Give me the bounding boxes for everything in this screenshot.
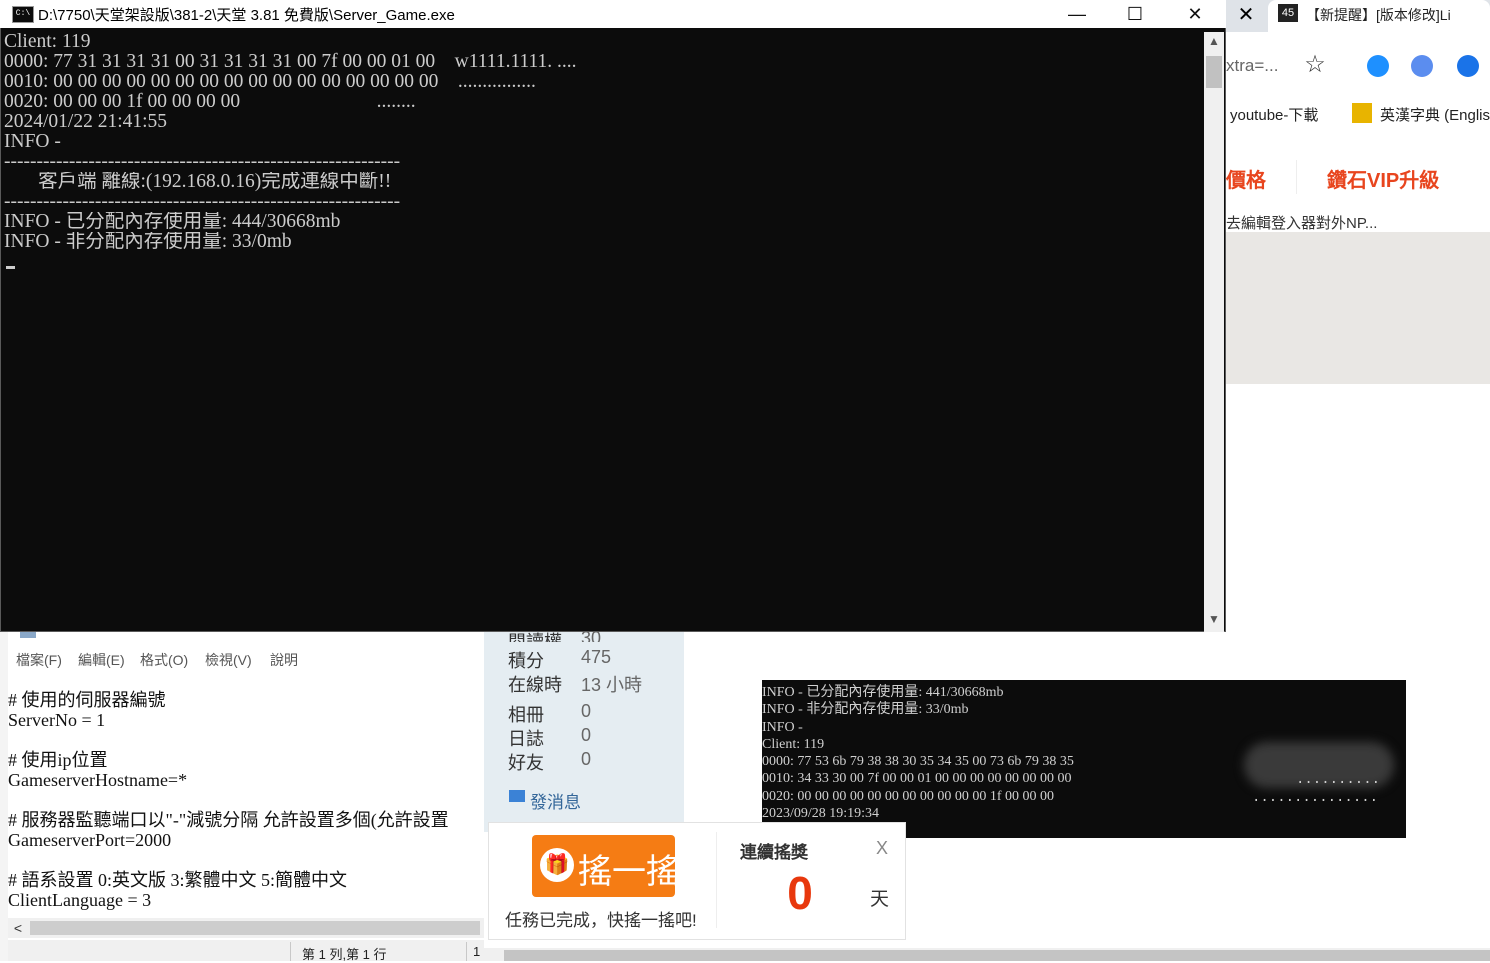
minimize-button[interactable]: — — [1048, 0, 1106, 28]
console-line: 客戶端 離線:(192.168.0.16)完成連線中斷!! — [4, 172, 392, 192]
console-line: 2023/09/28 19:19:34 — [762, 806, 880, 822]
console-line: 2024/01/22 21:41:55 — [4, 112, 168, 132]
config-line: # 使用ip位置 — [8, 750, 108, 770]
console-line: INFO - — [4, 132, 61, 152]
tab-close-icon[interactable]: ✕ — [1226, 0, 1266, 32]
stat-friends-value[interactable]: 0 — [581, 749, 591, 770]
config-line: # 使用的伺服器編號 — [8, 690, 166, 710]
stat-points-label: 積分 — [508, 651, 544, 671]
console-line: INFO - — [762, 719, 803, 735]
console-line: 0010: 34 33 30 00 7f 00 00 01 00 00 00 0… — [762, 771, 1072, 787]
console-line: INFO - 已分配內存使用量: 441/30668mb — [762, 685, 1004, 700]
console-line: INFO - 已分配內存使用量: 444/30668mb — [4, 212, 341, 232]
embedded-console-text: INFO - 已分配內存使用量: 441/30668mb INFO - 非分配內… — [762, 684, 1232, 822]
menu-file[interactable]: 檔案(F) — [16, 650, 62, 668]
search-extension-icon[interactable] — [1411, 55, 1433, 77]
config-line: ServerNo = 1 — [8, 710, 106, 730]
envelope-icon[interactable] — [509, 790, 525, 802]
console-line: 0000: 77 53 6b 79 38 38 30 35 34 35 00 7… — [762, 754, 1074, 770]
menu-format[interactable]: 格式(O) — [140, 650, 188, 668]
popup-divider — [716, 832, 717, 928]
console-line: 0020: 00 00 00 1f 00 00 00 00 ........ — [4, 92, 416, 112]
bookmark-star-icon[interactable]: ☆ — [1302, 52, 1328, 78]
console-line: 0000: 77 31 31 31 31 00 31 31 31 31 00 7… — [4, 52, 577, 72]
gift-icon[interactable]: 🎁 — [540, 848, 574, 882]
nav-divider — [1296, 160, 1297, 194]
window-title: D:\7750\天堂架設版\381-2\天堂 3.81 免費版\Server_G… — [38, 7, 455, 24]
console-line: INFO - 非分配內存使用量: 33/0mb — [762, 702, 969, 718]
stat-online-value: 13 小時 — [581, 675, 643, 695]
bookmark-dictionary[interactable]: 英漢字典 (English — [1380, 104, 1490, 126]
streak-unit: 天 — [870, 889, 890, 910]
desktop-edge — [0, 632, 8, 961]
status-divider — [466, 942, 467, 961]
cursor-position: 第 1 列,第 1 行 — [302, 947, 387, 962]
console-line: 0020: 00 00 00 00 00 00 00 00 00 00 00 1… — [762, 788, 1055, 804]
stat-album-label[interactable]: 相冊 — [508, 701, 544, 727]
scrollbar-thumb[interactable] — [30, 921, 480, 935]
menu-edit[interactable]: 編輯(E) — [78, 650, 125, 668]
text-cursor — [6, 266, 15, 269]
config-line: ClientLanguage = 3 — [8, 890, 152, 910]
dictionary-icon — [1352, 103, 1372, 123]
scrollbar-thumb[interactable] — [504, 950, 1490, 961]
config-line: # 服務器監聽端口以"-"減號分隔 允許設置多個(允許設置 — [8, 810, 449, 830]
nav-price[interactable]: 價格 — [1226, 164, 1286, 192]
shazam-extension-icon[interactable] — [1457, 55, 1479, 77]
stat-friends-label[interactable]: 好友 — [508, 749, 544, 775]
shake-message: 任務已完成，快搖一搖吧! — [505, 911, 697, 930]
status-divider — [290, 942, 291, 961]
close-icon[interactable]: X — [872, 838, 892, 860]
console-output[interactable]: Client: 119 0000: 77 31 31 31 31 00 31 3… — [4, 32, 1200, 252]
config-line — [8, 850, 484, 870]
stat-blog-value[interactable]: 0 — [581, 725, 591, 746]
notepad-icon — [20, 632, 36, 638]
console-line: ----------------------------------------… — [4, 192, 401, 212]
stat-blog-label[interactable]: 日誌 — [508, 725, 544, 751]
maximize-button[interactable]: ☐ — [1106, 0, 1164, 28]
console-ascii-dump: .......... — [1296, 772, 1381, 788]
send-message-link[interactable]: 發消息 — [530, 788, 610, 812]
console-line: INFO - 非分配內存使用量: 33/0mb — [4, 232, 292, 252]
config-line — [8, 790, 484, 810]
config-line: GameserverPort=2000 — [8, 830, 172, 850]
console-line: Client: 119 — [762, 736, 825, 752]
console-ascii-dump: ............... — [1252, 790, 1379, 806]
stat-points-value: 475 — [581, 647, 612, 667]
bookmark-youtube[interactable]: youtube-下載 — [1230, 104, 1340, 126]
menu-help[interactable]: 說明 — [270, 650, 298, 668]
nav-vip-upgrade[interactable]: 鑽石VIP升級 — [1327, 164, 1467, 192]
close-button[interactable]: ✕ — [1166, 0, 1224, 28]
address-text[interactable]: xtra=... — [1226, 56, 1296, 78]
console-app-icon[interactable]: C:\ — [12, 6, 34, 23]
config-line: GameserverHostname=* — [8, 770, 188, 790]
tab-favicon-icon: 45 — [1278, 4, 1298, 22]
console-line: Client: 119 — [4, 32, 91, 52]
console-line: 0010: 00 00 00 00 00 00 00 00 00 00 00 0… — [4, 72, 536, 92]
stat-album-value[interactable]: 0 — [581, 701, 591, 722]
post-snippet[interactable]: 去編輯登入器對外NP... — [1226, 212, 1490, 234]
scroll-down-icon[interactable]: ▼ — [1204, 612, 1224, 630]
scroll-left-icon[interactable]: < — [10, 918, 26, 938]
notepad-text-area[interactable]: # 使用的伺服器編號 ServerNo = 1 # 使用ip位置 Gameser… — [8, 690, 484, 918]
console-vertical-scrollbar[interactable] — [1204, 32, 1224, 632]
config-line: # 語系設置 0:英文版 3:繁體中文 5:簡體中文 — [8, 870, 348, 890]
tab-title[interactable]: 【新提醒】[版本修改]Li — [1306, 5, 1490, 25]
scroll-up-icon[interactable]: ▲ — [1204, 34, 1224, 52]
config-line — [8, 730, 484, 750]
menu-view[interactable]: 檢視(V) — [205, 650, 252, 668]
shake-button-label[interactable]: 搖一搖 — [578, 844, 680, 891]
streak-count: 0 — [787, 867, 813, 919]
cloud-extension-icon[interactable] — [1367, 55, 1389, 77]
streak-title: 連續搖獎 — [740, 843, 808, 862]
scrollbar-thumb[interactable] — [1206, 56, 1222, 88]
stat-online-label: 在線時 — [508, 675, 562, 695]
status-extra: 1 — [473, 944, 481, 959]
console-line: ----------------------------------------… — [4, 152, 401, 172]
content-image — [1226, 232, 1490, 384]
